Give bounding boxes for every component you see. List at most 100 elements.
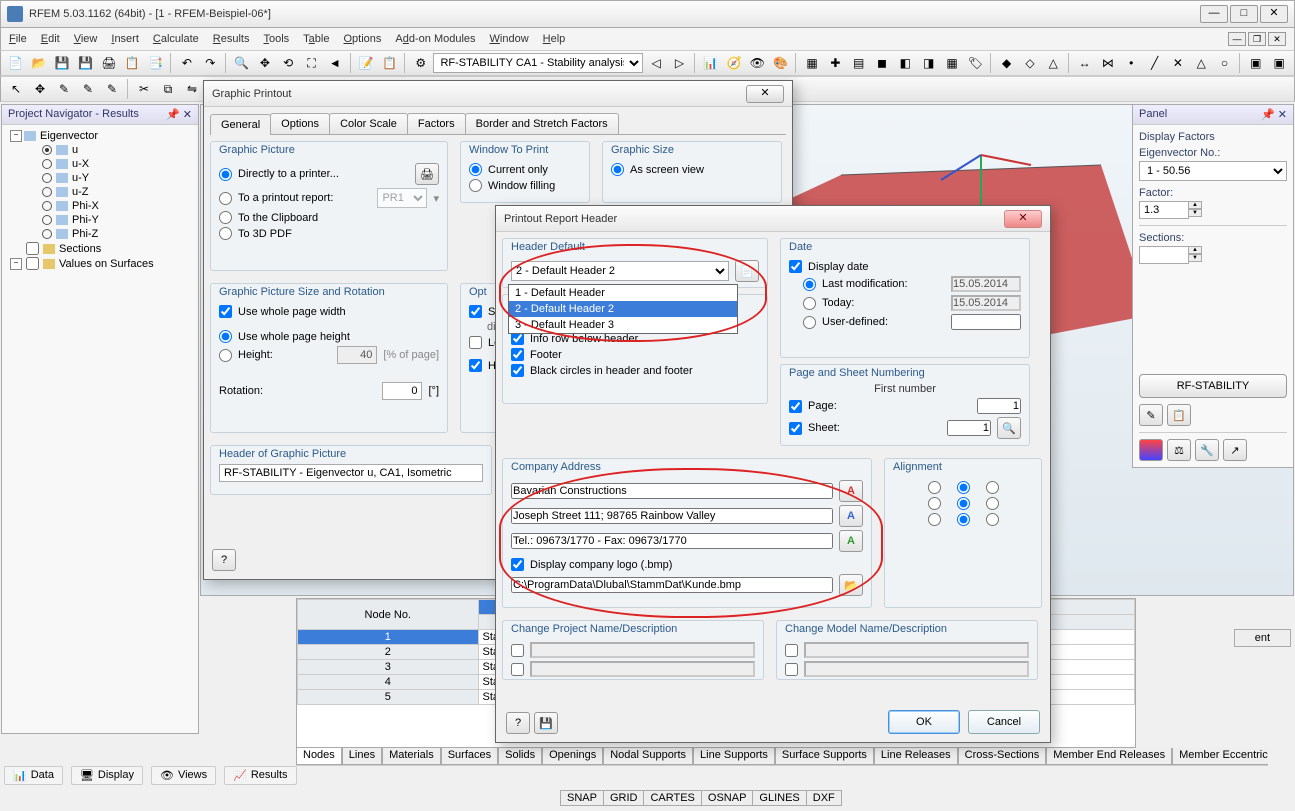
connect-icon[interactable]: ⋈ [1097, 52, 1118, 74]
tree-item-phi-y[interactable]: Phi-Y [6, 213, 194, 227]
saveall-icon[interactable]: 💾 [75, 52, 96, 74]
eye-icon[interactable]: 👁 [747, 52, 768, 74]
snap-glines[interactable]: GLINES [753, 790, 806, 806]
opt-he-check[interactable] [469, 359, 482, 372]
panel-arrow-icon[interactable]: ↗ [1223, 439, 1247, 461]
draw2-icon[interactable]: ✎ [77, 78, 99, 100]
new-icon[interactable]: 📄 [5, 52, 26, 74]
user-date-radio[interactable] [803, 316, 816, 329]
btab-nodes[interactable]: Nodes [296, 748, 342, 765]
tree-item-u-x[interactable]: u-X [6, 157, 194, 171]
font-a1-button[interactable]: A [839, 480, 863, 502]
cp2-check[interactable] [511, 663, 524, 676]
header-graphic-input[interactable] [219, 464, 483, 482]
menu-options[interactable]: Options [343, 33, 381, 45]
whole-width-check[interactable] [219, 305, 232, 318]
sel-icon[interactable]: ↖ [5, 78, 27, 100]
window-close[interactable]: ✕ [1260, 5, 1288, 23]
tab-general[interactable]: General [210, 114, 271, 135]
opt-lo-check[interactable] [469, 336, 482, 349]
header-default-combo[interactable]: 2 - Default Header 2 [511, 261, 729, 281]
mesh-icon[interactable]: ▦ [941, 52, 962, 74]
axes-icon[interactable]: ✚ [825, 52, 846, 74]
tree-item-u-z[interactable]: u-Z [6, 185, 194, 199]
menu-edit[interactable]: Edit [41, 33, 60, 45]
render-icon[interactable]: ◨ [918, 52, 939, 74]
tree-sections[interactable]: Sections [6, 241, 194, 256]
opt-sh-check[interactable] [469, 305, 482, 318]
redo-icon[interactable]: ↷ [200, 52, 221, 74]
sections-down[interactable]: ▼ [1188, 254, 1202, 262]
sheet-check[interactable] [789, 422, 802, 435]
zoom-icon[interactable]: 🔍 [231, 52, 252, 74]
cm2-input[interactable] [804, 661, 1029, 677]
tab-data[interactable]: 📊 Data [4, 766, 63, 785]
help-button[interactable]: ? [212, 549, 236, 571]
window-minimize[interactable]: — [1200, 5, 1228, 23]
a2-r[interactable] [986, 497, 999, 510]
fit-icon[interactable]: ⛶ [301, 52, 322, 74]
tab-factors[interactable]: Factors [407, 113, 466, 134]
btab-surfaces[interactable]: Surfaces [441, 748, 498, 765]
font-a2-button[interactable]: A [839, 505, 863, 527]
sections-input[interactable] [1139, 246, 1189, 264]
cross-icon[interactable]: ✕ [1167, 52, 1188, 74]
next-lc-icon[interactable]: ▷ [669, 52, 690, 74]
height-radio[interactable] [219, 349, 232, 362]
shade-icon[interactable]: ◧ [895, 52, 916, 74]
snap-grid[interactable]: GRID [604, 790, 645, 806]
draw1-icon[interactable]: ✎ [53, 78, 75, 100]
snap-osnap[interactable]: OSNAP [702, 790, 754, 806]
circle-icon[interactable]: ○ [1214, 52, 1235, 74]
mdi-restore[interactable]: ❐ [1248, 32, 1266, 46]
snap-dxf[interactable]: DXF [807, 790, 842, 806]
today-radio[interactable] [803, 297, 816, 310]
cut-icon[interactable]: ✂ [133, 78, 155, 100]
dim-icon[interactable]: ↔ [1074, 52, 1095, 74]
radio-u[interactable] [42, 145, 52, 155]
cp1-check[interactable] [511, 644, 524, 657]
graphic-printout-close[interactable]: ✕ [746, 85, 784, 103]
btab-nodal-supports[interactable]: Nodal Supports [603, 748, 693, 765]
ok-button[interactable]: OK [888, 710, 960, 734]
cancel-button[interactable]: Cancel [968, 710, 1040, 734]
address-line2[interactable] [511, 508, 833, 524]
btab-openings[interactable]: Openings [542, 748, 603, 765]
dlg-help-button[interactable]: ? [506, 712, 530, 734]
btab-surface-supports[interactable]: Surface Supports [775, 748, 874, 765]
tri-icon[interactable]: △ [1191, 52, 1212, 74]
font-a3-button[interactable]: A [839, 530, 863, 552]
menu-calculate[interactable]: Calculate [153, 33, 199, 45]
last-mod-radio[interactable] [803, 278, 816, 291]
panel-edit-icon[interactable]: ✎ [1139, 404, 1163, 426]
printout-icon[interactable]: 📋 [122, 52, 143, 74]
factor-up[interactable]: ▲ [1188, 201, 1202, 209]
menu-window[interactable]: Window [490, 33, 529, 45]
tab-results[interactable]: 📈 Results [224, 766, 296, 785]
note-icon[interactable]: 📝 [356, 52, 377, 74]
cm1-check[interactable] [785, 644, 798, 657]
header-opt-1[interactable]: 1 - Default Header [509, 285, 737, 301]
a3-r[interactable] [986, 513, 999, 526]
header-default-dropdown[interactable]: 1 - Default Header 2 - Default Header 2 … [508, 284, 738, 334]
tree-item-phi-x[interactable]: Phi-X [6, 199, 194, 213]
circles-check[interactable] [511, 364, 524, 377]
open-icon[interactable]: 📂 [28, 52, 49, 74]
btab-lines[interactable]: Lines [342, 748, 382, 765]
panel-pin-icon[interactable]: 📌 ✕ [1261, 108, 1287, 121]
rf-stability-button[interactable]: RF-STABILITY [1139, 374, 1287, 398]
radio-Phi-X[interactable] [42, 201, 52, 211]
height-input[interactable] [337, 346, 377, 364]
cm2-check[interactable] [785, 663, 798, 676]
menu-file[interactable]: File [9, 33, 27, 45]
menu-table[interactable]: Table [303, 33, 329, 45]
a1-r[interactable] [986, 481, 999, 494]
tab-border-and-stretch-factors[interactable]: Border and Stretch Factors [465, 113, 619, 134]
values-checkbox[interactable] [26, 257, 39, 270]
eigenvector-combo[interactable]: 1 - 50.56 [1139, 161, 1287, 181]
menu-insert[interactable]: Insert [111, 33, 139, 45]
sheet-input[interactable] [947, 420, 991, 436]
address-line3[interactable] [511, 533, 833, 549]
btab-solids[interactable]: Solids [498, 748, 542, 765]
as-screen-radio[interactable] [611, 163, 624, 176]
